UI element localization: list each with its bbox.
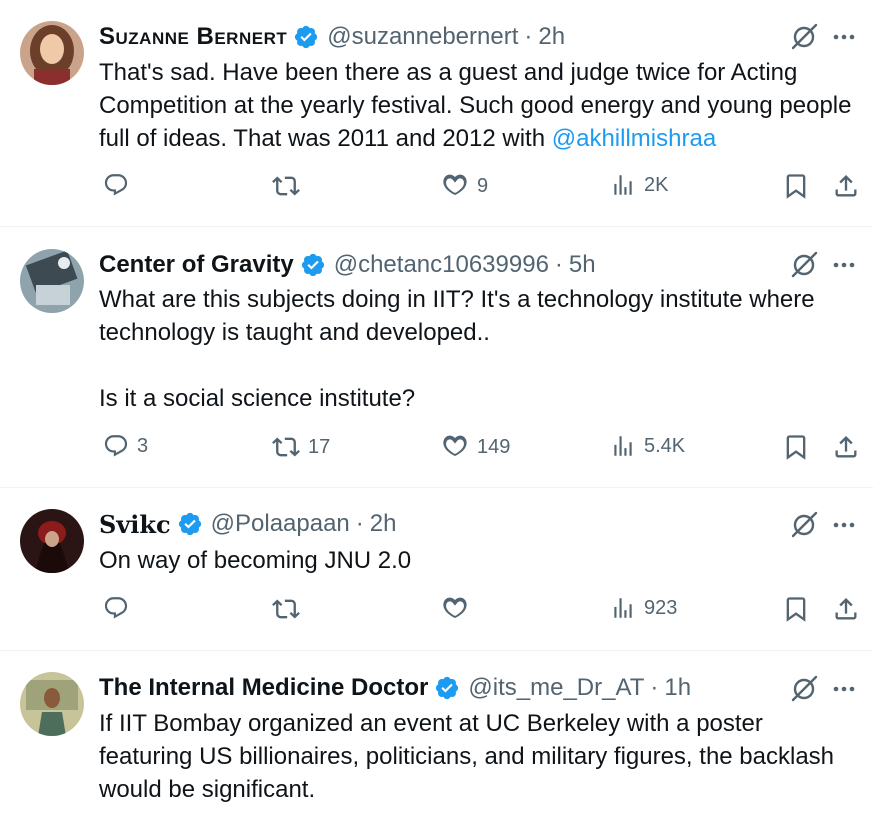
tweet-center-of-gravity[interactable]: Center of Gravity @chetanc10639996 · 5h … (0, 227, 873, 488)
display-name[interactable]: Svikc (99, 510, 171, 539)
like-icon (441, 433, 469, 461)
action-bar: 923 (0, 595, 873, 635)
share-icon (832, 595, 860, 623)
more-icon[interactable] (829, 22, 859, 52)
reply-icon (103, 595, 129, 621)
tweet-text: That's sad. Have been there as a guest a… (99, 56, 855, 155)
tweet-text: If IIT Bombay organized an event at UC B… (99, 710, 835, 803)
grok-icon[interactable] (789, 22, 819, 52)
bookmark-icon (782, 433, 810, 461)
bookmark-button[interactable] (782, 433, 810, 461)
grok-icon[interactable] (789, 510, 819, 540)
timestamp[interactable]: 2h (538, 23, 565, 51)
share-button[interactable] (832, 595, 860, 623)
avatar-image-icon (20, 509, 84, 573)
avatar-image-icon (20, 672, 84, 736)
share-icon (832, 433, 860, 461)
user-handle[interactable]: @its_me_Dr_AT (468, 674, 644, 702)
like-icon (441, 595, 469, 623)
user-handle[interactable]: @suzannebernert (327, 23, 518, 51)
avatar-image-icon (20, 249, 84, 313)
tweet-text: On way of becoming JNU 2.0 (99, 547, 412, 574)
bookmark-button[interactable] (782, 595, 810, 623)
display-name[interactable]: Center of Gravity (99, 251, 294, 279)
verified-badge-icon (300, 252, 326, 278)
like-button[interactable] (441, 595, 477, 623)
bookmark-icon (782, 595, 810, 623)
views-count: 5.4K (644, 434, 686, 457)
tweet-svikc[interactable]: Svikc @Polaapaan · 2h On way of becoming… (0, 488, 873, 651)
reply-button[interactable] (103, 172, 137, 198)
repost-icon (272, 595, 300, 623)
views-count: 923 (644, 596, 678, 619)
repost-button[interactable] (272, 595, 308, 623)
avatar[interactable] (20, 509, 84, 573)
separator: · (554, 251, 563, 278)
more-icon[interactable] (829, 674, 859, 704)
share-button[interactable] (832, 172, 860, 200)
display-name[interactable]: The Internal Medicine Doctor (99, 674, 428, 702)
bookmark-icon (782, 172, 810, 200)
views-icon (610, 172, 636, 198)
views-button[interactable]: 5.4K (610, 433, 685, 459)
reply-icon (103, 433, 129, 459)
reply-button[interactable]: 3 (103, 433, 148, 459)
action-bar: 9 2K (0, 172, 873, 212)
verified-badge-icon (177, 511, 203, 537)
views-icon (610, 595, 636, 621)
grok-icon[interactable] (789, 250, 819, 280)
more-icon[interactable] (829, 250, 859, 280)
reply-button[interactable] (103, 595, 137, 621)
like-icon (441, 172, 469, 200)
grok-icon[interactable] (789, 674, 819, 704)
user-handle[interactable]: @chetanc10639996 (334, 251, 549, 279)
separator: · (524, 23, 533, 50)
reply-count: 3 (137, 434, 149, 457)
avatar[interactable] (20, 21, 84, 85)
views-icon (610, 433, 636, 459)
separator: · (355, 510, 364, 537)
share-icon (832, 172, 860, 200)
avatar[interactable] (20, 249, 84, 313)
tweet-internal-medicine-doctor[interactable]: The Internal Medicine Doctor @its_me_Dr_… (0, 651, 873, 830)
share-button[interactable] (832, 433, 860, 461)
tweet-header: Suzanne Bernert @suzannebernert · 2h (99, 20, 565, 54)
tweet-text-body: That's sad. Have been there as a guest a… (99, 59, 852, 152)
tweet-header: The Internal Medicine Doctor @its_me_Dr_… (99, 671, 691, 705)
repost-button[interactable] (272, 172, 308, 200)
like-count: 9 (477, 174, 489, 197)
repost-count: 17 (308, 435, 331, 458)
timestamp[interactable]: 5h (569, 251, 596, 279)
repost-icon (272, 172, 300, 200)
tweet-text: What are this subjects doing in IIT? It'… (99, 286, 815, 412)
bookmark-button[interactable] (782, 172, 810, 200)
like-button[interactable]: 9 (441, 172, 488, 200)
repost-icon (272, 433, 300, 461)
like-count: 149 (477, 435, 511, 458)
timestamp[interactable]: 2h (370, 510, 397, 538)
action-bar: 3 17 149 5.4K (0, 433, 873, 473)
repost-button[interactable]: 17 (272, 433, 330, 461)
views-count: 2K (644, 173, 669, 196)
reply-icon (103, 172, 129, 198)
views-button[interactable]: 923 (610, 595, 677, 621)
tweet-header: Svikc @Polaapaan · 2h (99, 507, 396, 541)
like-button[interactable]: 149 (441, 433, 510, 461)
views-button[interactable]: 2K (610, 172, 668, 198)
tweet-suzanne-bernert[interactable]: Suzanne Bernert @suzannebernert · 2h Tha… (0, 0, 873, 227)
verified-badge-icon (293, 24, 319, 50)
display-name[interactable]: Suzanne Bernert (99, 23, 287, 51)
timestamp[interactable]: 1h (664, 674, 691, 702)
tweet-header: Center of Gravity @chetanc10639996 · 5h (99, 248, 596, 282)
reply-feed: Suzanne Bernert @suzannebernert · 2h Tha… (0, 0, 873, 830)
avatar-image-icon (20, 21, 84, 85)
separator: · (650, 674, 659, 701)
mention-link[interactable]: @akhillmishraa (552, 125, 716, 152)
more-icon[interactable] (829, 510, 859, 540)
avatar[interactable] (20, 672, 84, 736)
verified-badge-icon (434, 675, 460, 701)
user-handle[interactable]: @Polaapaan (211, 510, 350, 538)
